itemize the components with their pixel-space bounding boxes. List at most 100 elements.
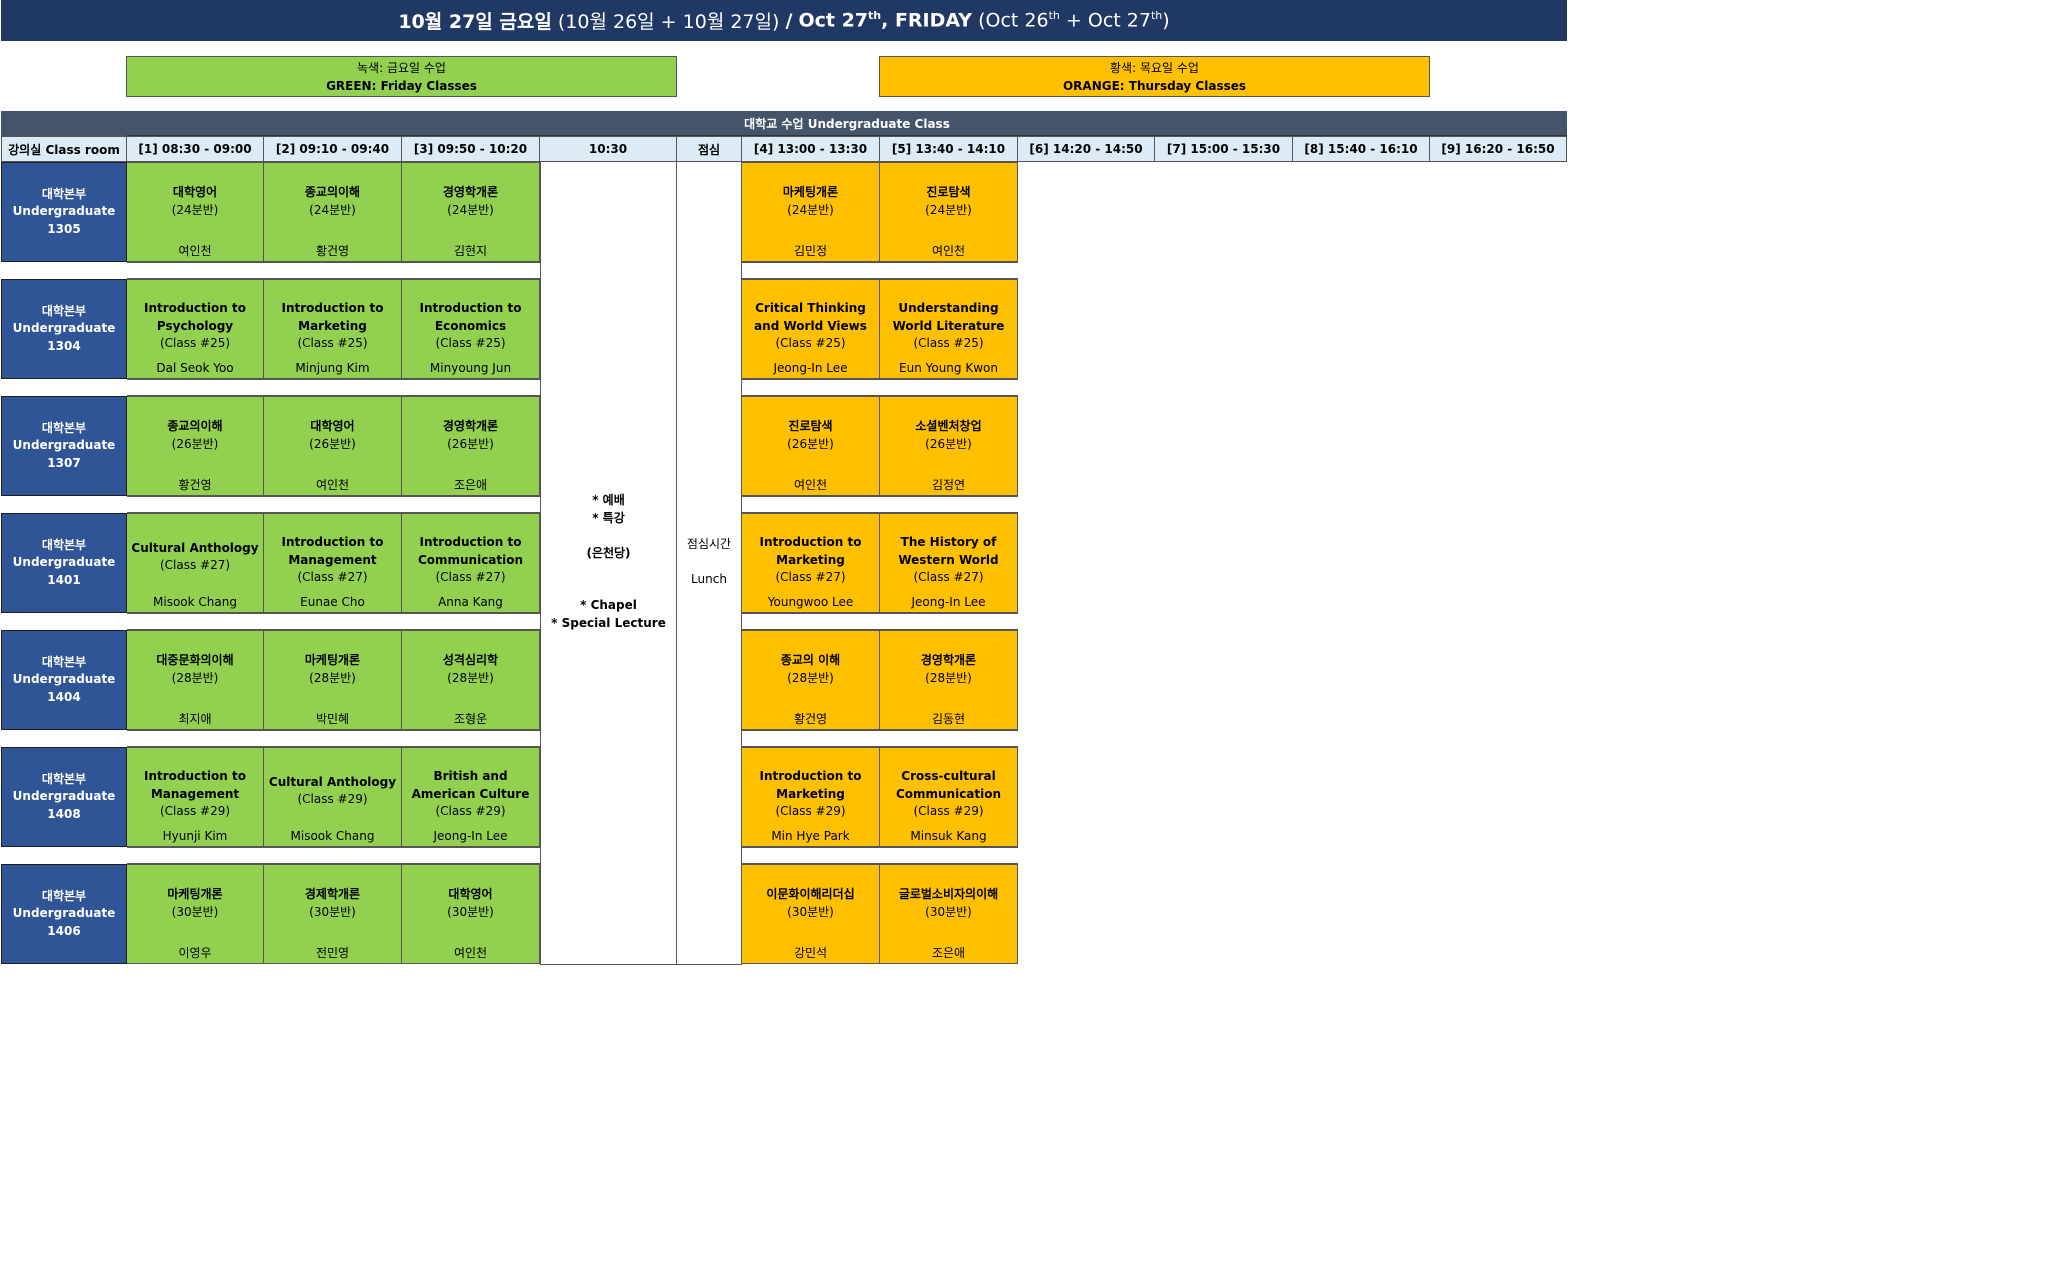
- class-cell: 대중문화의이해 (28분반) 최지애: [127, 630, 264, 730]
- column-header-3: [3] 09:50 - 10:20: [402, 136, 540, 162]
- row-gap: [127, 613, 540, 630]
- class-instructor: 여인천: [315, 478, 350, 492]
- room-line1: 대학본부: [41, 771, 87, 786]
- chapel-line-worship: * 예배: [592, 493, 625, 507]
- class-instructor: 강민석: [793, 946, 828, 960]
- class-cell: 소셜벤처창업 (26분반) 김정연: [880, 396, 1018, 496]
- class-instructor: 황건영: [178, 478, 212, 492]
- class-instructor: 이영우: [178, 946, 212, 960]
- class-section: (26분반): [787, 437, 834, 451]
- column-header-10: [8] 15:40 - 16:10: [1293, 136, 1430, 162]
- class-title: Introduction to Marketing: [759, 769, 862, 801]
- class-instructor: 조은애: [931, 946, 966, 960]
- room-label: 대학본부 Undergraduate 1408: [1, 747, 127, 847]
- title-korean-range: (10월 26일 + 10월 27일): [557, 11, 780, 33]
- class-title: Critical Thinking and World Views: [754, 301, 867, 333]
- chapel-line-venue: (은천당): [586, 545, 631, 560]
- class-cell: Introduction to Marketing (Class #29) Min …: [742, 747, 880, 847]
- class-section: (Class #25): [775, 336, 846, 350]
- class-section: (30분반): [447, 905, 494, 919]
- page-title: 10월 27일 금요일 (10월 26일 + 10월 27일) / Oct 27…: [1, 0, 1567, 41]
- class-title: 경영학개론: [442, 185, 499, 199]
- class-title: Cross-cultural Communication: [895, 769, 1002, 801]
- row-gap: [127, 847, 540, 864]
- class-instructor: Anna Kang: [438, 595, 503, 609]
- class-instructor: Jeong-In Lee: [773, 361, 848, 375]
- class-cell: Introduction to Marketing (Class #25) Minj…: [264, 279, 402, 379]
- class-cell: British and American Culture (Class #29) J…: [402, 747, 540, 847]
- class-cell: Introduction to Communication (Class #27)…: [402, 513, 540, 613]
- class-title: Cultural Anthology: [268, 775, 397, 789]
- class-cell: 마케팅개론 (30분반) 이영우: [127, 864, 264, 964]
- row-gap: [742, 379, 1018, 396]
- class-section: (Class #27): [159, 558, 231, 572]
- room-line3: 1305: [47, 221, 81, 236]
- class-title: Introduction to Management: [144, 769, 246, 801]
- class-section: (Class #27): [435, 570, 506, 584]
- class-cell: Critical Thinking and World Views (Class …: [742, 279, 880, 379]
- class-title: Introduction to Psychology: [144, 301, 246, 333]
- class-cell: 종교의이해 (24분반) 황건영: [264, 162, 402, 262]
- room-line1: 대학본부: [41, 303, 87, 318]
- class-section: (Class #29): [159, 804, 231, 818]
- row-gap: [127, 379, 540, 396]
- row-gap: [127, 730, 540, 747]
- title-english-date: Oct 27th, FRIDAY: [798, 9, 973, 32]
- room-label: 대학본부 Undergraduate 1406: [1, 864, 127, 964]
- room-line3: 1304: [47, 338, 81, 353]
- class-instructor: 황건영: [793, 712, 828, 726]
- class-cell: Introduction to Economics (Class #25) Miny…: [402, 279, 540, 379]
- class-cell: 성격심리학 (28분반) 조형운: [402, 630, 540, 730]
- class-section: (30분반): [309, 905, 356, 919]
- class-section: (30분반): [787, 905, 834, 919]
- class-instructor: 김정연: [931, 478, 966, 492]
- room-line2: Undergraduate: [12, 438, 116, 453]
- class-title: 마케팅개론: [782, 185, 839, 199]
- class-instructor: Jeong-In Lee: [433, 829, 508, 843]
- class-title: 종교의 이해: [780, 653, 841, 667]
- class-section: (Class #27): [913, 570, 984, 584]
- column-header-6: [4] 13:00 - 13:30: [742, 136, 880, 162]
- class-section: (Class #29): [435, 804, 506, 818]
- class-cell: Introduction to Management (Class #29) Hyu…: [127, 747, 264, 847]
- class-section: (30분반): [925, 905, 972, 919]
- room-line1: 대학본부: [41, 537, 87, 552]
- class-section: (24분반): [171, 203, 219, 217]
- class-instructor: 김동현: [931, 712, 966, 726]
- class-section: (Class #25): [297, 336, 368, 350]
- chapel-line-lecture: * 특강: [592, 510, 625, 525]
- class-section: (28분반): [787, 671, 834, 685]
- class-cell: 경영학개론 (24분반) 김현지: [402, 162, 540, 262]
- class-title: Introduction to Marketing: [281, 301, 384, 333]
- class-instructor: 조은애: [453, 478, 488, 492]
- class-title: 대중문화의이해: [156, 653, 234, 667]
- class-title: 종교의이해: [167, 419, 223, 433]
- class-cell: 대학영어 (26분반) 여인천: [264, 396, 402, 496]
- class-instructor: 김민정: [793, 244, 828, 258]
- class-instructor: 여인천: [931, 244, 966, 258]
- room-line3: 1404: [47, 689, 81, 704]
- class-section: (Class #29): [913, 804, 984, 818]
- class-section: (26분반): [309, 437, 356, 451]
- row-gap: [742, 496, 1018, 513]
- class-instructor: Eunae Cho: [300, 595, 365, 609]
- class-section: (Class #29): [297, 792, 368, 806]
- class-instructor: 여인천: [453, 946, 488, 960]
- column-header-4: 10:30: [540, 136, 677, 162]
- class-title: The History of Western World: [898, 535, 999, 567]
- column-header-9: [7] 15:00 - 15:30: [1155, 136, 1293, 162]
- row-gap: [742, 613, 1018, 630]
- class-cell: Cross-cultural Communication (Class #29) M…: [880, 747, 1018, 847]
- class-cell: 경영학개론 (28분반) 김동현: [880, 630, 1018, 730]
- class-title: British and American Culture: [411, 769, 530, 801]
- class-cell: 마케팅개론 (28분반) 박민혜: [264, 630, 402, 730]
- class-title: 경영학개론: [920, 653, 977, 667]
- room-line2: Undergraduate: [12, 321, 116, 336]
- class-title: Introduction to Economics: [419, 301, 522, 333]
- chapel-line-chapel: * Chapel: [580, 598, 637, 612]
- room-label: 대학본부 Undergraduate 1307: [1, 396, 127, 496]
- class-instructor: Misook Chang: [290, 829, 375, 843]
- class-section: (24분반): [925, 203, 972, 217]
- legend-orange-english: ORANGE: Thursday Classes: [1062, 78, 1247, 93]
- class-instructor: 여인천: [793, 478, 828, 492]
